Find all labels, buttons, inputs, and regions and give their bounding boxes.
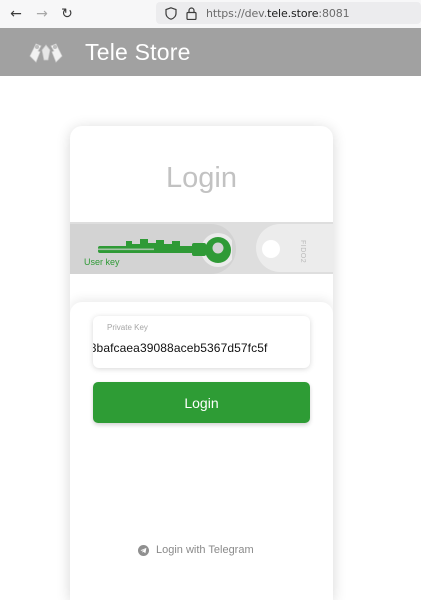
back-arrow-icon[interactable]: ← (7, 5, 25, 23)
login-title: Login (166, 162, 237, 194)
fido2-label: FIDO2 (299, 240, 306, 264)
shield-icon[interactable] (164, 6, 178, 20)
private-key-label: Private Key (107, 323, 148, 332)
url-port: :8081 (318, 6, 350, 20)
store-logo-icon[interactable] (27, 38, 65, 68)
telegram-login-text: Login with Telegram (156, 544, 254, 556)
login-card: Login User key FIDO2 Private Key Login L… (70, 126, 333, 600)
url-scheme: https://dev. (206, 6, 268, 20)
address-bar[interactable]: https://dev.tele.store:8081 (156, 2, 421, 24)
telegram-login-link[interactable]: Login with Telegram (138, 544, 254, 556)
reload-icon[interactable]: ↻ (58, 5, 76, 23)
forward-arrow-icon[interactable]: → (33, 5, 51, 23)
lock-icon[interactable] (184, 6, 198, 20)
browser-toolbar: ← → ↻ https://dev.tele.store:8081 (0, 0, 421, 28)
user-key-label: User key (84, 257, 120, 267)
telegram-icon (138, 544, 149, 556)
fido2-toggle-knob (262, 240, 280, 258)
app-title[interactable]: Tele Store (85, 39, 191, 66)
url-text[interactable]: https://dev.tele.store:8081 (206, 7, 350, 20)
private-key-input[interactable] (93, 338, 310, 358)
url-host: tele.store (267, 6, 319, 20)
private-key-field[interactable]: Private Key (93, 316, 310, 368)
login-button[interactable]: Login (93, 382, 310, 423)
